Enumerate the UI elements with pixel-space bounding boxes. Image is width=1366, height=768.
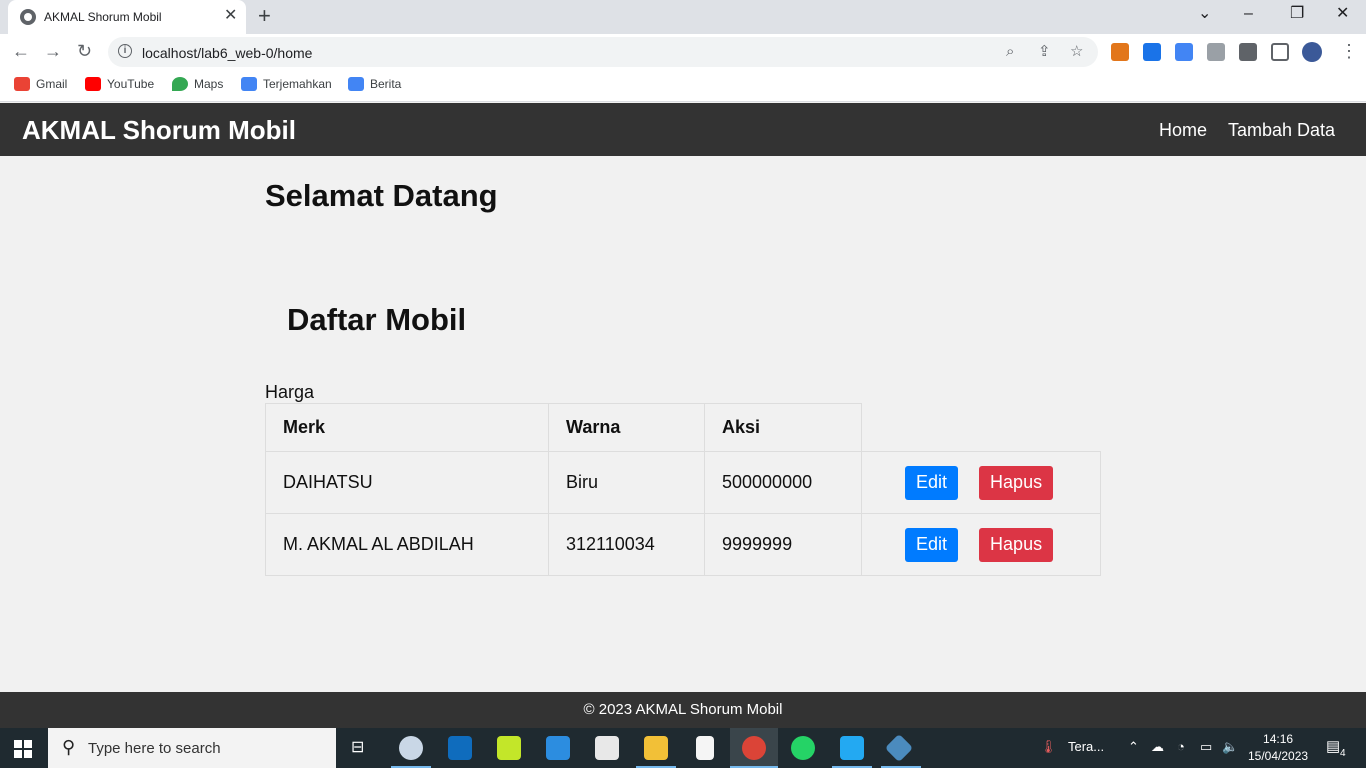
site-brand[interactable]: AKMAL Shorum Mobil (22, 115, 296, 146)
search-icon: ⚲ (62, 737, 76, 757)
column-header-empty (861, 403, 1101, 452)
table-header-row: Merk Warna Aksi (265, 403, 1101, 452)
bookmark-youtube[interactable]: YouTube (85, 77, 154, 91)
puzzle-extensions-icon[interactable] (1239, 43, 1257, 61)
store-icon[interactable] (546, 736, 570, 760)
column-header-warna: Warna (548, 403, 705, 452)
youtube-icon (85, 77, 101, 91)
maps-icon (172, 77, 188, 91)
windows-start-icon[interactable] (14, 740, 32, 758)
taskbar-clock[interactable]: 14:16 15/04/2023 (1248, 731, 1308, 765)
new-tab-button[interactable]: + (258, 4, 271, 28)
file-icon[interactable] (595, 736, 619, 760)
delete-button[interactable]: Hapus (979, 527, 1054, 562)
cell-warna: Biru (548, 451, 705, 514)
browser-tab-bar: AKMAL Shorum Mobil ✕ + ⌄ – ❐ ✕ (0, 0, 1366, 34)
whatsapp-icon[interactable] (791, 736, 815, 760)
cell-harga: 500000000 (704, 451, 862, 514)
column-header-aksi: Aksi (704, 403, 862, 452)
site-info-icon[interactable]: i (118, 44, 132, 58)
table-caption: Harga (265, 382, 315, 402)
nav-link-home[interactable]: Home (1159, 120, 1207, 141)
zoom-icon[interactable]: ⌕ (1006, 42, 1014, 62)
chrome-taskbar-active[interactable] (730, 728, 778, 768)
browser-tab[interactable]: AKMAL Shorum Mobil ✕ (8, 0, 246, 34)
close-window-button[interactable]: ✕ (1336, 4, 1349, 24)
edit-button[interactable]: Edit (905, 465, 959, 500)
git-icon[interactable] (884, 733, 914, 763)
edit-button[interactable]: Edit (905, 527, 959, 562)
bookmark-berita[interactable]: Berita (348, 77, 401, 91)
cell-harga: 9999999 (704, 513, 862, 576)
browser-toolbar: ← → ↻ i localhost/lab6_web-0/home ⌕ ⇪ ☆ … (0, 34, 1366, 70)
tab-title: AKMAL Shorum Mobil (44, 10, 162, 24)
profile-avatar[interactable] (1302, 42, 1322, 62)
delete-button[interactable]: Hapus (979, 465, 1054, 500)
menu-icon[interactable]: ⋮ (1340, 40, 1358, 62)
metamask-extension-icon[interactable] (1111, 43, 1129, 61)
bookmark-maps[interactable]: Maps (172, 77, 223, 91)
news-icon (348, 77, 364, 91)
globe-icon (20, 9, 36, 25)
document-icon[interactable] (696, 736, 714, 760)
clock-date: 15/04/2023 (1248, 749, 1309, 763)
bookmark-gmail[interactable]: Gmail (14, 77, 67, 91)
car-table: Merk Warna Aksi DAIHATSU Biru 500000000 … (265, 403, 1101, 576)
extension-icon[interactable] (1207, 43, 1225, 61)
weather-label[interactable]: Tera... (1068, 739, 1104, 754)
page-heading: Selamat Datang (265, 178, 498, 213)
clock-time: 14:16 (1263, 732, 1294, 746)
forward-button[interactable]: → (44, 40, 62, 62)
site-navbar: AKMAL Shorum Mobil Home Tambah Data (0, 103, 1366, 156)
taskbar-search-placeholder: Type here to search (88, 740, 221, 757)
translate-icon (241, 77, 257, 91)
tray-chevron-icon[interactable]: ⌃ (1128, 739, 1139, 755)
cell-actions: Edit Hapus (861, 451, 1101, 514)
bookmark-star-icon[interactable]: ☆ (1070, 42, 1083, 62)
volume-icon[interactable]: 🔈 (1222, 739, 1238, 755)
onedrive-icon[interactable]: ☁ (1151, 739, 1164, 755)
bookmark-terjemahkan[interactable]: Terjemahkan (241, 77, 332, 91)
gmail-icon (14, 77, 30, 91)
list-title: Daftar Mobil (287, 302, 467, 337)
notification-center-icon[interactable]: ▤ (1326, 737, 1340, 755)
tab-search-icon[interactable]: ⌄ (1198, 4, 1211, 24)
minimize-button[interactable]: – (1244, 4, 1253, 24)
reload-button[interactable]: ↻ (77, 40, 92, 62)
battery-icon[interactable]: ▭ (1200, 739, 1212, 755)
task-view-icon[interactable]: ⊟ (351, 737, 364, 757)
back-button[interactable]: ← (12, 40, 30, 62)
column-header-merk: Merk (265, 403, 549, 452)
restore-button[interactable]: ❐ (1290, 4, 1304, 24)
file-explorer-icon[interactable] (644, 736, 668, 760)
address-url[interactable]: localhost/lab6_web-0/home (142, 45, 312, 61)
cell-warna: 312110034 (548, 513, 705, 576)
site-footer: © 2023 AKMAL Shorum Mobil (0, 692, 1366, 728)
cell-merk: DAIHATSU (265, 451, 549, 514)
wifi-icon[interactable]: ◔ (1177, 739, 1185, 754)
close-tab-icon[interactable]: ✕ (224, 8, 237, 24)
extension-icon[interactable] (1143, 43, 1161, 61)
pycharm-icon[interactable] (497, 736, 521, 760)
table-row: M. AKMAL AL ABDILAH 312110034 9999999 Ed… (265, 513, 1101, 576)
share-icon[interactable]: ⇪ (1038, 42, 1051, 62)
app-icon[interactable] (399, 736, 423, 760)
thermometer-icon[interactable]: 🌡 (1040, 739, 1057, 755)
mail-icon[interactable] (448, 736, 472, 760)
cell-actions: Edit Hapus (861, 513, 1101, 576)
table-row: DAIHATSU Biru 500000000 Edit Hapus (265, 451, 1101, 514)
vscode-icon[interactable] (840, 736, 864, 760)
chrome-icon (742, 736, 766, 760)
cell-merk: M. AKMAL AL ABDILAH (265, 513, 549, 576)
translate-extension-icon[interactable] (1175, 43, 1193, 61)
bookmarks-bar: Gmail YouTube Maps Terjemahkan Berita (0, 70, 1366, 102)
notification-count: 4 (1340, 748, 1346, 759)
side-panel-icon[interactable] (1271, 43, 1289, 61)
address-bar[interactable]: i localhost/lab6_web-0/home ⌕ ⇪ ☆ (108, 37, 1098, 67)
nav-link-tambah-data[interactable]: Tambah Data (1228, 120, 1335, 141)
taskbar-search-input[interactable]: ⚲ Type here to search (48, 728, 336, 768)
windows-taskbar: ⚲ Type here to search ⊟ 🌡 Tera... ⌃ ☁ ◔ … (0, 728, 1366, 768)
